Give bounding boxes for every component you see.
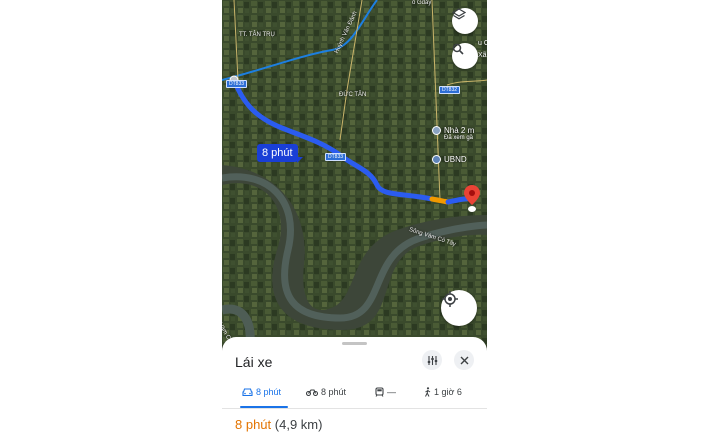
map-label-top-edge: ô Gđày [412,0,432,6]
search-button[interactable] [452,43,478,69]
poi-nha-subtitle: Đã xem gầ [444,135,474,141]
poi-ubnd-label: UBND [444,155,467,164]
tab-drive[interactable]: 8 phút [242,387,281,397]
poi-ubnd[interactable]: UBND [432,155,467,164]
poi-nha[interactable]: Nhà 2 m Đã xem gầ [432,126,475,141]
tab-transit[interactable]: — [375,387,396,397]
directions-sheet: Lái xe 8 phút 8 phút — 1 giờ 6 8 phút (4… [222,337,487,440]
poi-right-2: Xã [478,52,487,59]
tab-motorbike-label: 8 phút [321,387,347,397]
route-time-badge[interactable]: 8 phút [257,144,303,163]
route-options-button[interactable] [422,350,442,370]
road-tag-dt833-left: DT833 [226,80,248,88]
map-label-tt-tan-tru: TT. TÂN TRỤ [239,32,275,38]
my-location-icon [442,291,458,307]
travel-mode-tabs: 8 phút 8 phút — 1 giờ 6 [222,384,487,409]
destination-pin-icon[interactable] [464,185,480,213]
route-description-cut-off [252,436,462,440]
layers-icon [452,8,466,20]
search-icon [452,43,464,55]
poi-nha-title: Nhà 2 m [444,126,475,135]
tab-transit-label: — [387,387,396,397]
tune-icon [427,355,437,365]
sheet-title: Lái xe [235,354,273,370]
car-icon [242,387,253,396]
motorbike-icon [306,389,318,396]
poi-pin-icon [432,126,441,135]
walk-icon [425,387,431,397]
tab-motorbike[interactable]: 8 phút [306,387,346,397]
government-building-icon [432,155,441,164]
map-label-duc-tan: ĐỨC TÂN [339,92,367,98]
active-tab-indicator [240,406,288,408]
layers-button[interactable] [452,8,478,34]
tab-walk-label: 1 giờ 6 [434,387,462,397]
train-icon [375,387,384,397]
sheet-drag-handle[interactable] [342,342,367,345]
route-summary[interactable]: 8 phút (4,9 km) [235,417,322,432]
my-location-button[interactable] [441,290,477,326]
road-tag-dt833: DT833 [325,153,347,161]
tab-walk[interactable]: 1 giờ 6 [424,387,462,397]
close-button[interactable] [454,350,474,370]
route-summary-time: 8 phút [235,417,272,432]
tab-drive-label: 8 phút [256,387,282,397]
map-view[interactable]: TT. TÂN TRỤ Huỳnh Văn Đảnh ĐỨC TÂN Sông … [222,0,487,345]
close-icon [460,356,468,364]
phone-screen: TT. TÂN TRỤ Huỳnh Văn Đảnh ĐỨC TÂN Sông … [222,0,487,440]
road-tag-dt832: DT832 [439,86,461,94]
poi-right-1: u C [478,40,487,47]
route-summary-distance: (4,9 km) [274,417,323,432]
